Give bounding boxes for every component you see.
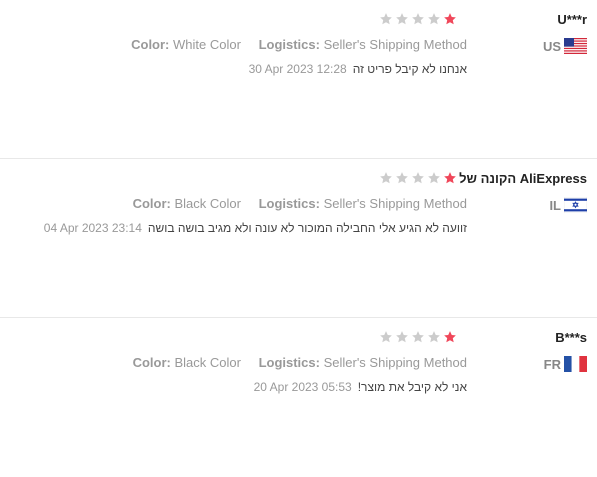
star-empty-icon xyxy=(380,172,392,184)
star-filled-icon xyxy=(444,13,456,25)
star-empty-icon xyxy=(428,331,440,343)
color-attribute: Color: Black Color xyxy=(132,355,241,370)
review-item: B***s FR Color: Black Color Logistics: S… xyxy=(0,317,597,477)
logistics-attribute: Logistics: Seller's Shipping Method xyxy=(258,355,467,370)
review-date: 20 Apr 2023 05:53 xyxy=(253,380,352,394)
il-flag-icon xyxy=(564,197,587,213)
reviewer-country: US xyxy=(543,38,587,54)
review-content: זוועה לא הגיע אלי החבילה המוכור לא עונה … xyxy=(44,221,467,235)
review-text: זוועה לא הגיע אלי החבילה המוכור לא עונה … xyxy=(147,221,467,235)
review-content: אנחנו לא קיבל פריט זה 30 Apr 2023 12:28 xyxy=(249,62,467,76)
review-date: 04 Apr 2023 23:14 xyxy=(43,221,142,235)
us-flag-icon xyxy=(564,38,587,54)
color-attribute: Color: Black Color xyxy=(132,196,241,211)
reviewer-name: B***s xyxy=(555,330,587,345)
reviewer-name: AliExpress הקונה של xyxy=(459,171,587,186)
star-empty-icon xyxy=(412,13,424,25)
star-filled-icon xyxy=(444,331,456,343)
star-rating xyxy=(379,330,457,344)
product-attributes: Color: Black Color Logistics: Seller's S… xyxy=(133,196,467,211)
star-empty-icon xyxy=(396,172,408,184)
country-code: FR xyxy=(543,356,561,372)
star-filled-icon xyxy=(444,172,456,184)
star-empty-icon xyxy=(396,13,408,25)
fr-flag-icon xyxy=(564,356,587,372)
review-text: אני לא קיבל את מוצר! xyxy=(357,380,467,394)
review-item: U***r US Color: White Color Logistics: S… xyxy=(0,0,597,159)
review-text: אנחנו לא קיבל פריט זה xyxy=(352,62,467,76)
star-empty-icon xyxy=(428,172,440,184)
product-attributes: Color: White Color Logistics: Seller's S… xyxy=(131,37,467,52)
reviewer-name: U***r xyxy=(557,12,587,27)
logistics-attribute: Logistics: Seller's Shipping Method xyxy=(258,196,467,211)
star-empty-icon xyxy=(380,13,392,25)
review-date: 30 Apr 2023 12:28 xyxy=(248,62,347,76)
logistics-attribute: Logistics: Seller's Shipping Method xyxy=(258,37,467,52)
star-empty-icon xyxy=(396,331,408,343)
country-code: US xyxy=(542,38,561,54)
review-item: AliExpress הקונה של IL Color: Black Colo… xyxy=(0,158,597,318)
star-empty-icon xyxy=(412,172,424,184)
star-empty-icon xyxy=(412,331,424,343)
product-attributes: Color: Black Color Logistics: Seller's S… xyxy=(133,355,467,370)
star-empty-icon xyxy=(380,331,392,343)
country-code: IL xyxy=(549,197,561,213)
star-rating xyxy=(379,171,457,185)
review-content: אני לא קיבל את מוצר! 20 Apr 2023 05:53 xyxy=(254,380,467,394)
star-empty-icon xyxy=(428,13,440,25)
color-attribute: Color: White Color xyxy=(131,37,241,52)
reviewer-country: FR xyxy=(544,356,587,372)
star-rating xyxy=(379,12,457,26)
reviewer-country: IL xyxy=(549,197,587,213)
